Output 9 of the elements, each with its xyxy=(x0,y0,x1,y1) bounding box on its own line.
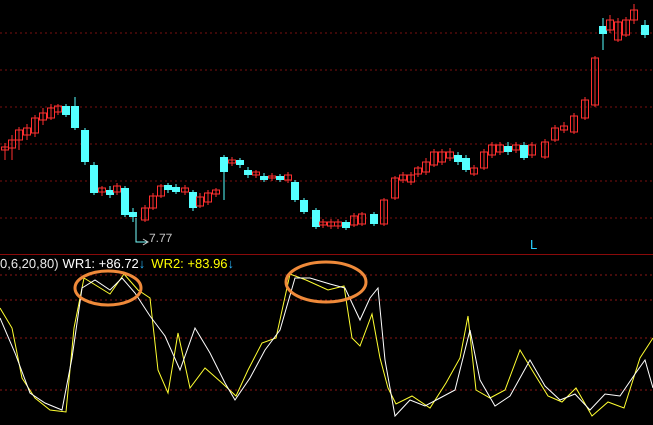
down-arrow: ↓ xyxy=(138,256,146,272)
marker-label: L xyxy=(530,237,538,252)
series-reading: WR1: +86.72 xyxy=(62,256,139,272)
indicator-params: 0,6,20,80) xyxy=(0,256,59,272)
price-label: 7.77 xyxy=(149,231,172,245)
down-arrow: ↓ xyxy=(228,256,234,272)
leader-line xyxy=(135,218,149,248)
series-reading: WR2: +83.96 xyxy=(151,256,228,272)
highlight-ellipse xyxy=(73,269,143,307)
